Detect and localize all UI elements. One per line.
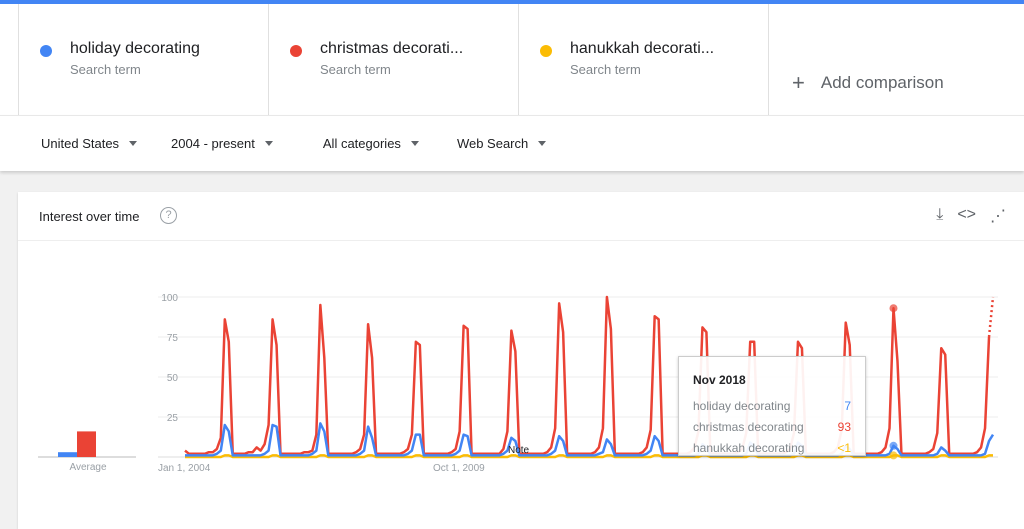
filter-label: Web Search [456,136,529,151]
series-color-dot [40,45,52,57]
note-label: Note [508,445,530,456]
y-tick-label: 25 [167,413,179,424]
tooltip-value: 7 [844,399,851,413]
partial-data-line [987,296,995,338]
x-tick-label: Jan 1, 2004 [158,463,211,474]
plus-icon: + [792,69,805,95]
x-tick-label: Oct 1, 2009 [433,463,485,474]
tooltip-label: christmas decorating [693,420,804,434]
series-color-dot [290,45,302,57]
term-name: hanukkah decorati... [570,40,715,57]
average-label: Average [69,462,107,473]
tooltip-row: christmas decorating 93 [693,420,851,434]
highlight-point [889,441,898,450]
tooltip-row: hanukkah decorating <1 [693,441,851,455]
add-comparison-button[interactable]: + Add comparison [768,4,944,115]
tooltip-row: holiday decorating 7 [693,399,851,413]
filter-bar: United States 2004 - present All categor… [0,115,1024,171]
interest-chart[interactable]: 25 50 75 100 Jan 1, 2004 Oct 1, 2009 Note Avera… [18,192,1024,529]
series-line [184,295,991,456]
region-dropdown[interactable]: United States [41,136,138,151]
term-name: holiday decorating [70,40,200,57]
comparison-terms: holiday decorating Search term christmas… [0,4,1024,115]
average-bar [58,452,77,457]
add-comparison-label: Add comparison [820,72,944,92]
y-tick-label: 75 [167,333,179,344]
term-christmas-decorating[interactable]: christmas decorati... Search term [268,4,519,115]
tooltip-value: <1 [837,441,851,455]
y-tick-label: 100 [161,293,178,304]
caret-down-icon [129,141,138,146]
term-type: Search term [70,62,141,77]
tooltip-value: 93 [837,420,851,434]
interest-over-time-card: Interest over time ? ⤓ <> ⋰ 25 50 75 100 Jan… [18,192,1024,529]
category-dropdown[interactable]: All categories [323,136,419,151]
tooltip-label: hanukkah decorating [693,441,805,455]
term-name: christmas decorati... [320,40,464,57]
average-bar [77,431,96,457]
caret-down-icon [410,141,419,146]
series-line [185,422,995,457]
series-color-dot [540,45,552,57]
highlight-point [889,451,898,460]
term-type: Search term [320,62,391,77]
search-type-dropdown[interactable]: Web Search [456,136,547,151]
tooltip-date: Nov 2018 [693,373,746,387]
term-holiday-decorating[interactable]: holiday decorating Search term [18,4,269,115]
highlight-point [889,304,898,313]
term-hanukkah-decorating[interactable]: hanukkah decorati... Search term [518,4,769,115]
filter-label: All categories [322,136,401,151]
tooltip-label: holiday decorating [693,399,791,413]
caret-down-icon [538,141,547,146]
filter-label: United States [41,136,120,151]
time-range-dropdown[interactable]: 2004 - present [171,136,273,151]
term-type: Search term [570,62,641,77]
tooltip: Nov 2018 holiday decorating 7 christmas d… [678,356,866,456]
caret-down-icon [264,141,273,146]
filter-label: 2004 - present [171,136,255,151]
y-tick-label: 50 [167,373,179,384]
